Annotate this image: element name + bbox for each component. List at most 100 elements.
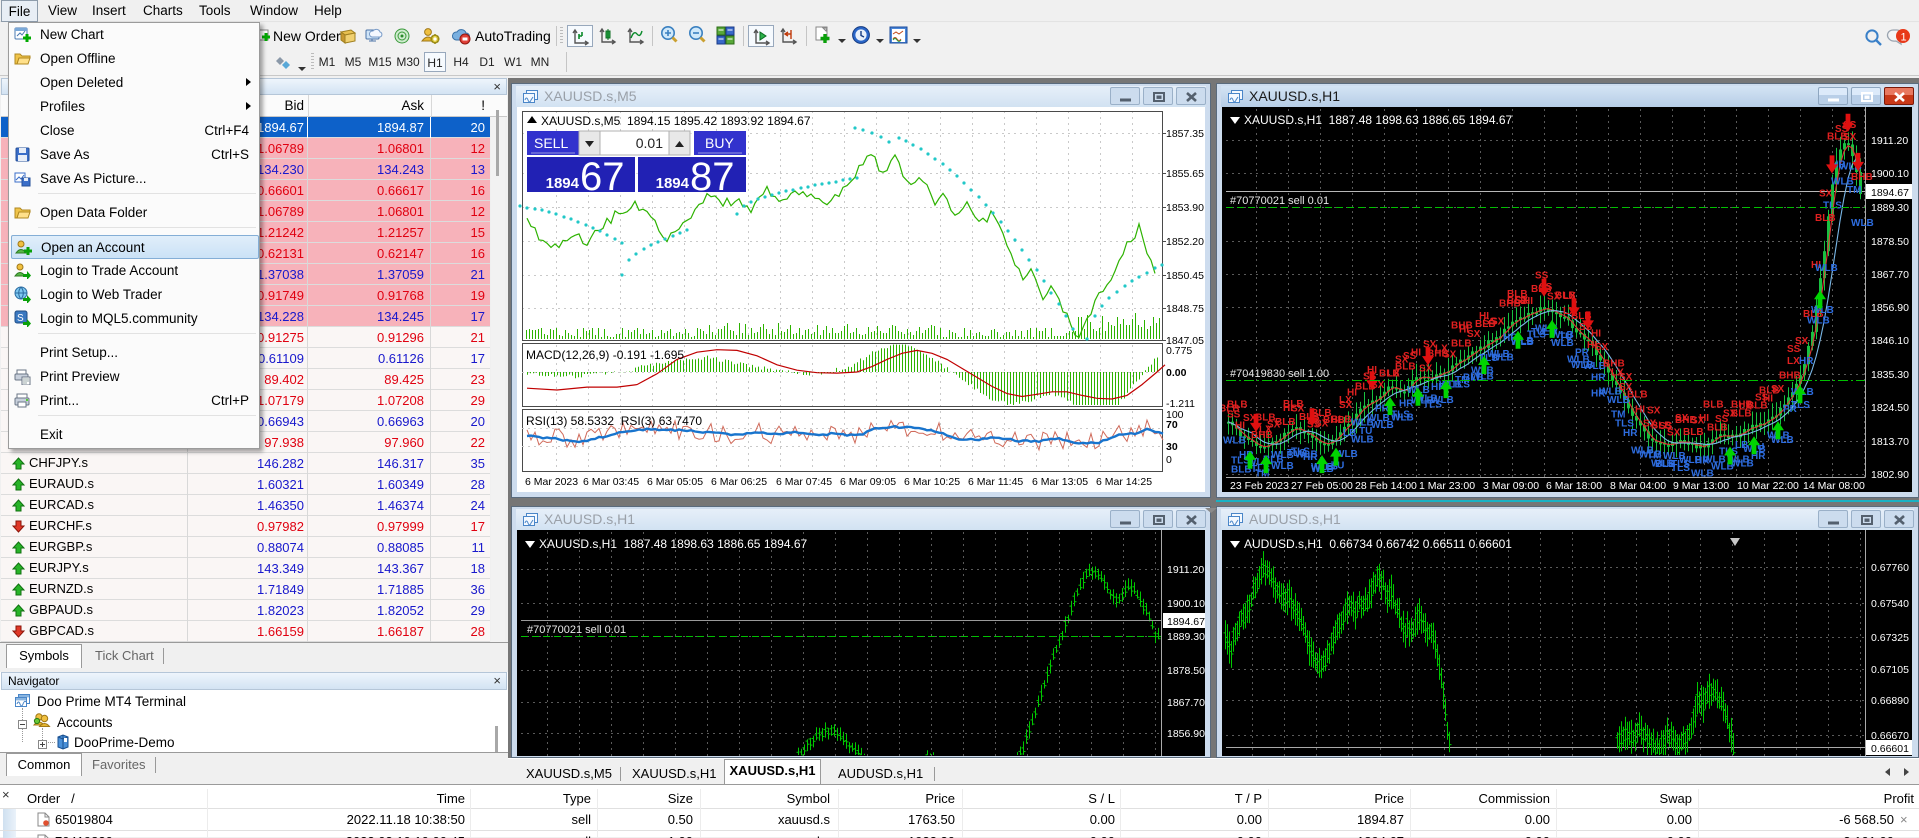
svg-text:HI: HI (1411, 347, 1421, 358)
svg-text:6 Mar 14:25: 6 Mar 14:25 (1096, 476, 1152, 488)
svg-text:BLB: BLB (1703, 399, 1724, 410)
svg-text:WLB: WLB (1223, 435, 1246, 446)
svg-text:8 Mar 04:00: 8 Mar 04:00 (1610, 480, 1666, 492)
svg-text:SX: SX (1619, 372, 1633, 383)
svg-text:BLB: BLB (1451, 339, 1472, 350)
svg-text:1889.30: 1889.30 (1871, 202, 1909, 214)
svg-text:BHB: BHB (1851, 172, 1873, 183)
svg-text:SX: SX (1667, 428, 1681, 439)
svg-text:HI: HI (1635, 404, 1645, 415)
svg-text:27 Feb 05:00: 27 Feb 05:00 (1291, 480, 1353, 492)
svg-text:0.66601: 0.66601 (1871, 743, 1909, 755)
svg-text:0.01: 0.01 (636, 135, 663, 151)
svg-text:HR: HR (1623, 428, 1638, 439)
svg-text:XAUUSD.s,H1 1887.48 1898.63 1: XAUUSD.s,H1 1887.48 1898.63 1886.65 1894… (539, 537, 808, 551)
svg-text:SELL: SELL (534, 135, 568, 151)
svg-text:#70419830 sell 1.00: #70419830 sell 1.00 (1230, 368, 1329, 380)
svg-text:70: 70 (1166, 419, 1178, 431)
svg-text:SX: SX (1647, 406, 1661, 417)
svg-text:1900.10: 1900.10 (1871, 168, 1909, 180)
svg-text:1813.70: 1813.70 (1871, 436, 1909, 448)
svg-text:WLB: WLB (1771, 435, 1794, 446)
svg-text:1853.90: 1853.90 (1166, 202, 1204, 214)
svg-text:BLB: BLB (1627, 390, 1648, 401)
svg-text:1856.90: 1856.90 (1871, 302, 1909, 314)
svg-text:6 Mar 03:45: 6 Mar 03:45 (583, 476, 639, 488)
svg-text:WLB: WLB (1807, 315, 1830, 326)
svg-text:3 Mar 09:00: 3 Mar 09:00 (1483, 480, 1539, 492)
svg-text:6 Mar 13:05: 6 Mar 13:05 (1032, 476, 1088, 488)
svg-text:9 Mar 13:00: 9 Mar 13:00 (1673, 480, 1729, 492)
svg-text:AUDUSD.s,H1 0.66734 0.66742 0: AUDUSD.s,H1 0.66734 0.66742 0.66511 0.66… (1244, 537, 1512, 551)
svg-text:HR: HR (1303, 452, 1318, 463)
svg-text:TLS: TLS (1391, 409, 1410, 420)
svg-text:28 Feb 14:00: 28 Feb 14:00 (1355, 480, 1417, 492)
svg-text:SX: SX (1467, 329, 1481, 340)
svg-text:6 Mar 07:45: 6 Mar 07:45 (776, 476, 832, 488)
svg-text:BLB: BLB (1275, 417, 1296, 428)
svg-text:TM: TM (1847, 185, 1861, 196)
svg-text:HI: HI (1763, 394, 1773, 405)
svg-text:87: 87 (690, 155, 735, 199)
svg-text:0.67105: 0.67105 (1871, 664, 1909, 676)
svg-text:WLB: WLB (1271, 461, 1294, 472)
svg-text:#70770021 sell 0.01: #70770021 sell 0.01 (1230, 195, 1329, 207)
svg-text:1852.20: 1852.20 (1166, 236, 1204, 248)
svg-text:1911.20: 1911.20 (1167, 564, 1204, 576)
svg-text:1911.20: 1911.20 (1871, 135, 1908, 147)
svg-text:HI: HI (1523, 296, 1533, 307)
svg-text:SX: SX (1675, 413, 1689, 424)
svg-text:1894: 1894 (656, 175, 690, 192)
svg-text:WLB: WLB (1851, 218, 1874, 229)
svg-text:TLS: TLS (1823, 200, 1842, 211)
svg-text:BHB: BHB (1779, 370, 1801, 381)
svg-text:6 Mar 09:05: 6 Mar 09:05 (840, 476, 896, 488)
svg-text:14 Mar 08:00: 14 Mar 08:00 (1803, 480, 1865, 492)
svg-text:SX: SX (1443, 349, 1457, 360)
svg-text:BLB: BLB (1331, 414, 1352, 425)
svg-text:HI: HI (1591, 328, 1601, 339)
svg-text:BLB: BLB (1815, 213, 1836, 224)
svg-text:SX: SX (1771, 384, 1785, 395)
svg-text:WLB: WLB (1431, 395, 1454, 406)
svg-text:6 Mar 10:25: 6 Mar 10:25 (904, 476, 960, 488)
svg-text:1: 1 (1901, 32, 1907, 44)
svg-text:0.67540: 0.67540 (1871, 598, 1909, 610)
svg-text:1846.10: 1846.10 (1871, 335, 1909, 347)
svg-text:SS: SS (1227, 410, 1241, 421)
svg-text:1855.65: 1855.65 (1166, 168, 1204, 180)
svg-text:6 Mar 05:05: 6 Mar 05:05 (647, 476, 703, 488)
svg-text:BUY: BUY (705, 135, 734, 151)
svg-text:SX: SX (1795, 336, 1809, 347)
svg-text:6 Mar 06:25: 6 Mar 06:25 (711, 476, 767, 488)
svg-text:SX: SX (1843, 132, 1857, 143)
svg-text:0.67325: 0.67325 (1871, 632, 1909, 644)
svg-text:SX: SX (1595, 342, 1609, 353)
svg-text:XAUUSD.s,M5 1894.15 1895.42 1: XAUUSD.s,M5 1894.15 1895.42 1893.92 1894… (541, 114, 811, 128)
svg-text:0.66890: 0.66890 (1871, 695, 1909, 707)
svg-text:S: S (17, 313, 24, 324)
svg-text:1824.50: 1824.50 (1871, 402, 1909, 414)
svg-text:WLB: WLB (1491, 352, 1514, 363)
svg-text:6 Mar 18:00: 6 Mar 18:00 (1546, 480, 1602, 492)
svg-text:1894.67: 1894.67 (1167, 616, 1205, 628)
svg-text:1878.50: 1878.50 (1167, 665, 1205, 677)
svg-text:10 Mar 22:00: 10 Mar 22:00 (1737, 480, 1799, 492)
svg-text:1857.35: 1857.35 (1166, 128, 1204, 140)
svg-text:30: 30 (1166, 441, 1178, 453)
svg-text:1900.10: 1900.10 (1167, 598, 1205, 610)
svg-text:WLB: WLB (1815, 263, 1838, 274)
svg-text:TU: TU (1559, 331, 1572, 342)
svg-text:SX: SX (1491, 316, 1505, 327)
svg-text:SX: SX (1819, 188, 1833, 199)
svg-text:SX: SX (1419, 363, 1433, 374)
svg-text:MACD(12,26,9) -0.191 -1.695: MACD(12,26,9) -0.191 -1.695 (526, 348, 684, 362)
svg-text:1867.70: 1867.70 (1167, 697, 1205, 709)
svg-text:BLB: BLB (1683, 427, 1704, 438)
svg-text:1894: 1894 (546, 175, 580, 192)
svg-text:1 Mar 23:00: 1 Mar 23:00 (1419, 480, 1475, 492)
svg-text:XAUUSD.s,H1 1887.48 1898.63 1: XAUUSD.s,H1 1887.48 1898.63 1886.65 1894… (1244, 113, 1513, 127)
svg-text:1894.67: 1894.67 (1871, 187, 1909, 199)
svg-text:#70770021 sell 0.01: #70770021 sell 0.01 (527, 624, 626, 636)
svg-text:1889.30: 1889.30 (1167, 631, 1205, 643)
